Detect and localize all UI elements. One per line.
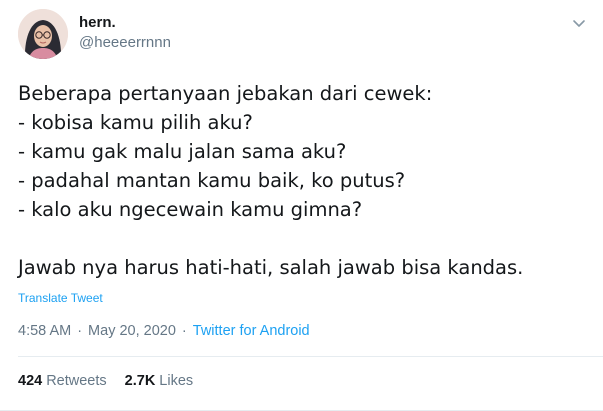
likes-stat[interactable]: 2.7K Likes bbox=[125, 371, 194, 391]
tweet-text-line: Beberapa pertanyaan jebakan dari cewek: bbox=[18, 82, 433, 105]
tweet-text: Beberapa pertanyaan jebakan dari cewek: … bbox=[18, 79, 588, 282]
avatar[interactable] bbox=[18, 9, 68, 59]
retweets-stat[interactable]: 424 Retweets bbox=[18, 371, 107, 391]
tweet-text-line: - kalo aku ngecewain kamu gimna? bbox=[18, 198, 363, 221]
chevron-down-icon bbox=[573, 20, 585, 27]
tweet-text-line: Jawab nya harus hati-hati, salah jawab b… bbox=[18, 256, 524, 279]
meta-separator: · bbox=[77, 323, 83, 339]
tweet-source-link[interactable]: Twitter for Android bbox=[193, 323, 310, 339]
tweet-stats: 424 Retweets 2.7K Likes bbox=[18, 371, 193, 391]
meta-separator: · bbox=[181, 323, 187, 339]
retweets-count: 424 bbox=[18, 373, 43, 389]
avatar-photo bbox=[18, 9, 68, 59]
tweet-text-line: - padahal mantan kamu baik, ko putus? bbox=[18, 169, 406, 192]
likes-count: 2.7K bbox=[124, 373, 156, 389]
translate-tweet-link[interactable]: Translate Tweet bbox=[18, 290, 103, 306]
tweet-date[interactable]: May 20, 2020 bbox=[88, 323, 176, 339]
user-handle[interactable]: @heeeerrnnn bbox=[79, 33, 171, 53]
divider bbox=[18, 356, 603, 357]
tweet-card: hern. @heeeerrnnn Beberapa pertanyaan je… bbox=[0, 0, 603, 411]
tweet-meta: 4:58 AM · May 20, 2020 · Twitter for Android bbox=[18, 321, 310, 341]
tweet-text-line: - kamu gak malu jalan sama aku? bbox=[18, 140, 347, 163]
likes-label: Likes bbox=[159, 373, 194, 389]
user-name[interactable]: hern. bbox=[79, 13, 116, 33]
tweet-text-line: - kobisa kamu pilih aku? bbox=[18, 111, 253, 134]
retweets-label: Retweets bbox=[46, 373, 107, 389]
more-options-button[interactable] bbox=[569, 13, 589, 33]
tweet-time[interactable]: 4:58 AM bbox=[18, 323, 71, 339]
